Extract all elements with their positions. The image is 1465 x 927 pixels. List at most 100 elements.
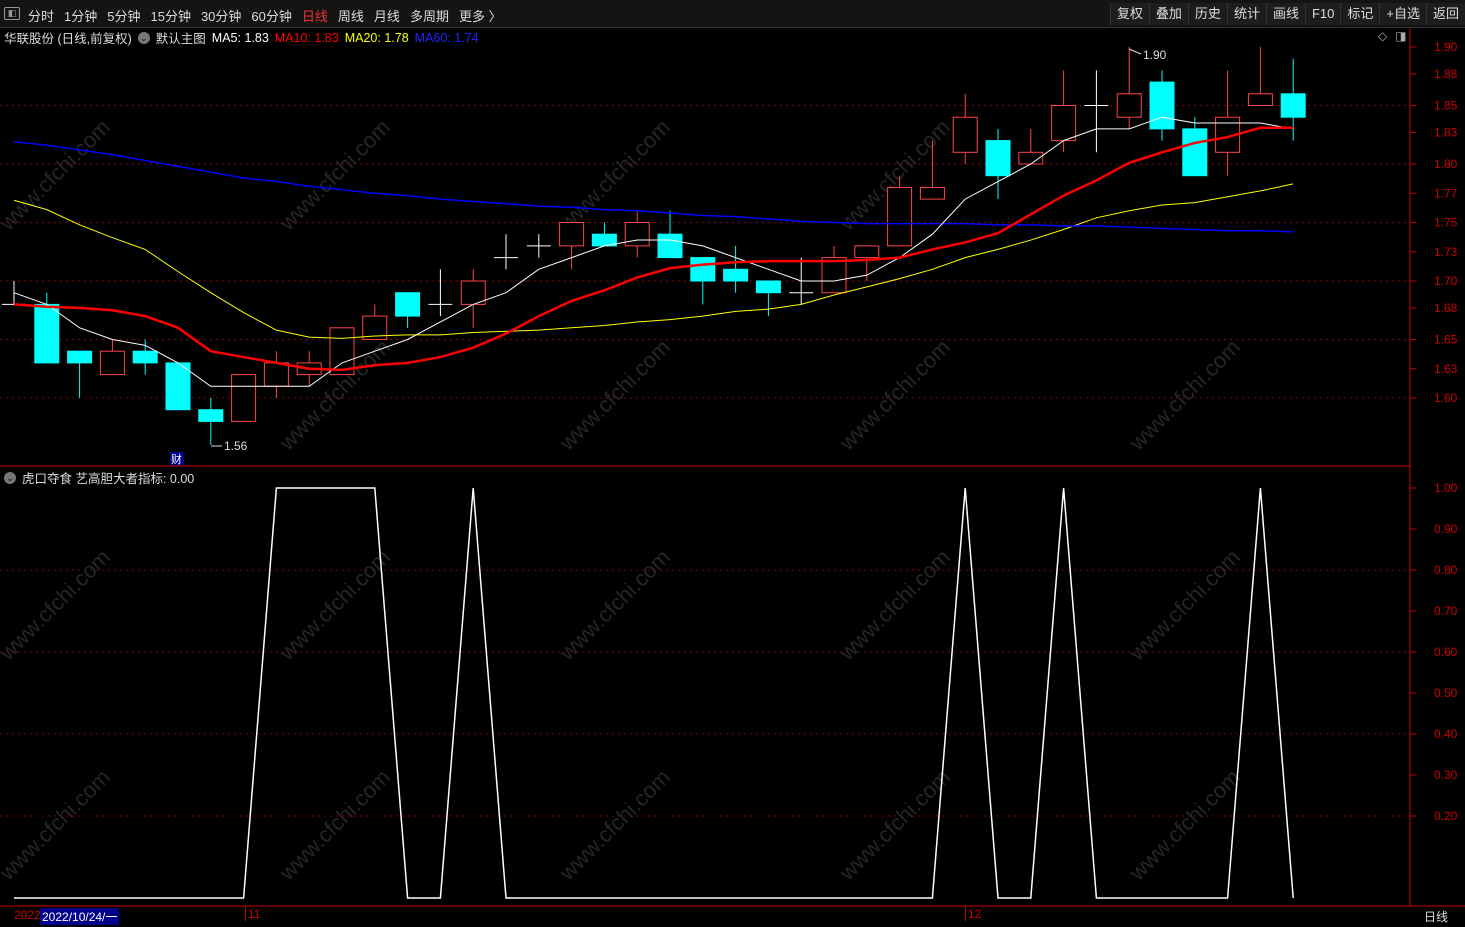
- candle-body: [67, 350, 93, 364]
- event-marker: 财: [171, 452, 182, 466]
- y-tick-label: 1.90: [1434, 40, 1458, 54]
- y-tick-label: 1.75: [1434, 216, 1458, 230]
- candle-body: [1149, 81, 1175, 130]
- watermark: www.cfchi.com: [834, 544, 955, 665]
- watermark: www.cfchi.com: [1124, 764, 1245, 885]
- high-pointer: [1128, 48, 1142, 55]
- ma5-value: MA5: 1.83: [211, 30, 269, 45]
- candle-body: [165, 362, 191, 411]
- y-tick-label: 1.80: [1434, 157, 1458, 171]
- y-tick-label: 0.40: [1434, 727, 1458, 741]
- candle-body: [132, 350, 158, 364]
- period-tab[interactable]: 月线: [374, 6, 400, 25]
- period-tab[interactable]: 60分钟: [251, 6, 291, 25]
- toolbar-button[interactable]: 返回: [1425, 3, 1465, 25]
- main-legend: 华联股份 (日线,前复权) ⌄ 默认主图 MA5: 1.83 MA10: 1.8…: [4, 28, 479, 47]
- ma20-value: MA20: 1.78: [344, 30, 409, 45]
- watermark: www.cfchi.com: [274, 114, 395, 235]
- chevron-down-icon[interactable]: ⌄: [4, 471, 16, 484]
- watermark: www.cfchi.com: [1124, 544, 1245, 665]
- ma20-line: [13, 183, 1294, 339]
- ma60-value: MA60: 1.74: [414, 30, 479, 45]
- toolbar-button[interactable]: 标记: [1340, 3, 1380, 25]
- candle-body: [1116, 93, 1142, 118]
- main-chart-selector[interactable]: 默认主图: [156, 28, 206, 47]
- low-label: 1.56: [224, 439, 248, 453]
- period-tab[interactable]: 更多 〉: [459, 6, 502, 25]
- candle-body: [1182, 128, 1208, 177]
- y-tick-label: 0.70: [1434, 604, 1458, 618]
- period-tab[interactable]: 15分钟: [150, 6, 190, 25]
- toolbar-button[interactable]: 历史: [1187, 3, 1227, 25]
- chevron-down-icon[interactable]: ⌄: [137, 31, 150, 44]
- period-tab[interactable]: 多周期: [410, 6, 449, 25]
- y-tick-label: 1.68: [1434, 301, 1458, 315]
- date-year: 2022: [14, 908, 41, 922]
- period-label: 日线: [1424, 910, 1449, 924]
- candle-body: [755, 280, 781, 294]
- y-tick-label: 0.90: [1434, 522, 1458, 536]
- period-tabs: 分时 1分钟 5分钟 15分钟 30分钟 60分钟 日线 周线 月线 多周期 更多 〉: [28, 6, 502, 25]
- diamond-icon[interactable]: ◇: [1378, 29, 1387, 43]
- toolbar-button[interactable]: 叠加: [1148, 3, 1188, 25]
- ma10-value: MA10: 1.83: [274, 30, 339, 45]
- candle-body: [395, 292, 421, 317]
- candle-body: [1247, 93, 1273, 107]
- sidebar-toggle-icon[interactable]: ◧: [4, 7, 20, 20]
- watermark: www.cfchi.com: [0, 114, 115, 235]
- y-tick-label: 1.88: [1434, 67, 1458, 81]
- y-tick-label: 0.80: [1434, 563, 1458, 577]
- watermark: www.cfchi.com: [0, 544, 115, 665]
- toolbar-buttons: 复权 叠加 历史 统计 画线 F10 标记 +自选 返回: [1109, 3, 1465, 25]
- toolbar-button[interactable]: 统计: [1226, 3, 1266, 25]
- period-tab[interactable]: 30分钟: [201, 6, 241, 25]
- y-tick-label: 1.77: [1434, 186, 1458, 200]
- y-tick-label: 0.30: [1434, 768, 1458, 782]
- indicator-legend: ⌄ 虎口夺食 艺高胆大者指标: 0.00: [4, 468, 194, 487]
- watermark: www.cfchi.com: [834, 764, 955, 885]
- candle-body: [657, 233, 683, 259]
- period-tab[interactable]: 1分钟: [64, 6, 97, 25]
- toolbar: ◧ 分时 1分钟 5分钟 15分钟 30分钟 60分钟 日线 周线 月线 多周期 更多 〉 复权 叠加…: [0, 0, 1465, 28]
- candle-body: [985, 140, 1011, 177]
- y-tick-label: 1.73: [1434, 245, 1458, 259]
- candle-body: [263, 362, 289, 387]
- ma60-line: [13, 141, 1294, 233]
- y-tick-label: 0.20: [1434, 809, 1458, 823]
- candle-body: [1280, 93, 1306, 118]
- high-label: 1.90: [1143, 48, 1167, 62]
- stock-title: 华联股份 (日线,前复权): [4, 32, 132, 46]
- y-tick-label: 1.70: [1434, 274, 1458, 288]
- candle-body: [919, 186, 945, 200]
- y-tick-label: 1.00: [1434, 481, 1458, 495]
- watermark: www.cfchi.com: [274, 764, 395, 885]
- toolbar-button[interactable]: 画线: [1265, 3, 1305, 25]
- period-tab[interactable]: 5分钟: [107, 6, 140, 25]
- period-tab[interactable]: 日线: [302, 6, 328, 25]
- candle-body: [854, 245, 880, 259]
- y-tick-label: 1.63: [1434, 362, 1458, 376]
- watermark: www.cfchi.com: [554, 114, 675, 235]
- watermark: www.cfchi.com: [554, 544, 675, 665]
- period-tab[interactable]: 分时: [28, 6, 54, 25]
- toolbar-button[interactable]: +自选: [1379, 3, 1426, 25]
- y-tick-label: 1.85: [1434, 99, 1458, 113]
- y-tick-label: 1.65: [1434, 333, 1458, 347]
- candle-body: [887, 186, 913, 247]
- month-12: 12: [965, 907, 981, 921]
- watermark: www.cfchi.com: [554, 334, 675, 455]
- chart-canvas[interactable]: www.cfchi.com www.cfchi.com www.cfchi.com w…: [0, 0, 1465, 927]
- y-tick-label: 0.60: [1434, 645, 1458, 659]
- panel-toggle-icon[interactable]: ◨: [1395, 29, 1406, 43]
- y-tick-label: 0.50: [1434, 686, 1458, 700]
- toolbar-button[interactable]: 复权: [1109, 3, 1149, 25]
- watermark: www.cfchi.com: [834, 334, 955, 455]
- candle-body: [821, 257, 847, 294]
- period-tab[interactable]: 周线: [338, 6, 364, 25]
- candle-body: [34, 303, 60, 364]
- watermark: www.cfchi.com: [0, 764, 115, 885]
- candle-body: [559, 222, 585, 247]
- watermark: www.cfchi.com: [274, 544, 395, 665]
- month-11: 11: [245, 907, 260, 921]
- toolbar-button[interactable]: F10: [1304, 3, 1341, 25]
